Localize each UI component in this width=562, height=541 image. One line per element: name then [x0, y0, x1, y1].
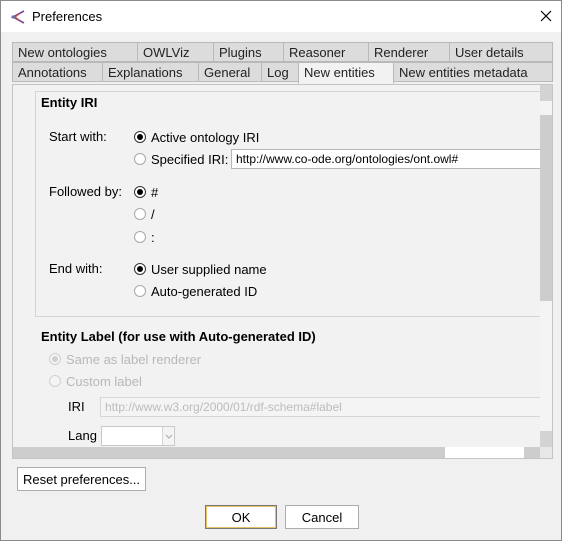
- same-as-label-renderer-label[interactable]: Same as label renderer: [66, 352, 201, 367]
- specified-iri-field[interactable]: http://www.co-ode.org/ontologies/ont.owl…: [231, 149, 540, 169]
- entity-label-title: Entity Label (for use with Auto-generate…: [38, 329, 319, 344]
- custom-label-radio[interactable]: [49, 375, 61, 387]
- iri-label: IRI: [68, 399, 85, 414]
- close-icon: [540, 10, 552, 22]
- lang-dropdown-button[interactable]: [162, 427, 174, 445]
- label-iri-field[interactable]: http://www.w3.org/2000/01/rdf-schema#lab…: [100, 397, 540, 417]
- scroll-up-button[interactable]: [540, 85, 552, 101]
- horizontal-scrollbar[interactable]: [13, 447, 540, 458]
- scroll-viewport: Entity IRI Start with: Active ontology I…: [13, 85, 540, 447]
- tab-new-entities[interactable]: New entities: [298, 62, 394, 84]
- entity-iri-group: [35, 91, 540, 317]
- user-supplied-name-label[interactable]: User supplied name: [151, 262, 267, 277]
- lang-label: Lang: [68, 428, 97, 443]
- vertical-scroll-thumb[interactable]: [540, 115, 552, 301]
- vertical-scrollbar[interactable]: [540, 85, 552, 447]
- active-ontology-iri-radio[interactable]: [134, 131, 146, 143]
- cancel-button[interactable]: Cancel: [285, 505, 359, 529]
- slash-separator-label[interactable]: /: [151, 207, 155, 222]
- active-ontology-iri-label[interactable]: Active ontology IRI: [151, 130, 259, 145]
- specified-iri-radio[interactable]: [134, 153, 146, 165]
- scrollbar-corner: [540, 447, 552, 458]
- hash-separator-radio[interactable]: [134, 186, 146, 198]
- new-entities-panel: Entity IRI Start with: Active ontology I…: [12, 84, 553, 459]
- title-bar[interactable]: Preferences: [1, 1, 561, 32]
- followed-by-label: Followed by:: [49, 184, 122, 199]
- custom-label-label[interactable]: Custom label: [66, 374, 142, 389]
- entity-iri-title: Entity IRI: [38, 95, 101, 110]
- colon-separator-label[interactable]: :: [151, 230, 155, 245]
- auto-generated-id-label[interactable]: Auto-generated ID: [151, 284, 257, 299]
- specified-iri-label[interactable]: Specified IRI:: [151, 152, 228, 167]
- close-button[interactable]: [533, 4, 559, 28]
- tab-owlviz[interactable]: OWLViz: [137, 42, 214, 62]
- end-with-label: End with:: [49, 261, 103, 276]
- tab-log[interactable]: Log: [261, 62, 299, 82]
- tab-plugins[interactable]: Plugins: [213, 42, 284, 62]
- tab-explanations[interactable]: Explanations: [102, 62, 199, 82]
- horizontal-scroll-thumb[interactable]: [13, 447, 445, 458]
- user-supplied-name-radio[interactable]: [134, 263, 146, 275]
- tab-new-entities-metadata[interactable]: New entities metadata: [393, 62, 553, 82]
- slash-separator-radio[interactable]: [134, 208, 146, 220]
- colon-separator-radio[interactable]: [134, 231, 146, 243]
- auto-generated-id-radio[interactable]: [134, 285, 146, 297]
- same-as-label-renderer-radio[interactable]: [49, 353, 61, 365]
- lang-combobox[interactable]: [101, 426, 175, 446]
- chevron-down-icon: [165, 434, 173, 439]
- window-title: Preferences: [32, 9, 103, 24]
- tab-reasoner[interactable]: Reasoner: [283, 42, 369, 62]
- ok-button[interactable]: OK: [205, 505, 277, 529]
- tab-renderer[interactable]: Renderer: [368, 42, 450, 62]
- tab-general[interactable]: General: [198, 62, 262, 82]
- tab-annotations[interactable]: Annotations: [12, 62, 103, 82]
- tab-new-ontologies[interactable]: New ontologies: [12, 42, 138, 62]
- tab-user-details[interactable]: User details: [449, 42, 553, 62]
- preferences-window: Preferences New ontologies OWLViz Plugin…: [0, 0, 562, 541]
- start-with-label: Start with:: [49, 129, 107, 144]
- hash-separator-label[interactable]: #: [151, 185, 158, 200]
- reset-preferences-button[interactable]: Reset preferences...: [17, 467, 146, 491]
- scroll-right-button[interactable]: [524, 447, 540, 458]
- protege-icon: [11, 10, 25, 24]
- scroll-down-button[interactable]: [540, 431, 552, 447]
